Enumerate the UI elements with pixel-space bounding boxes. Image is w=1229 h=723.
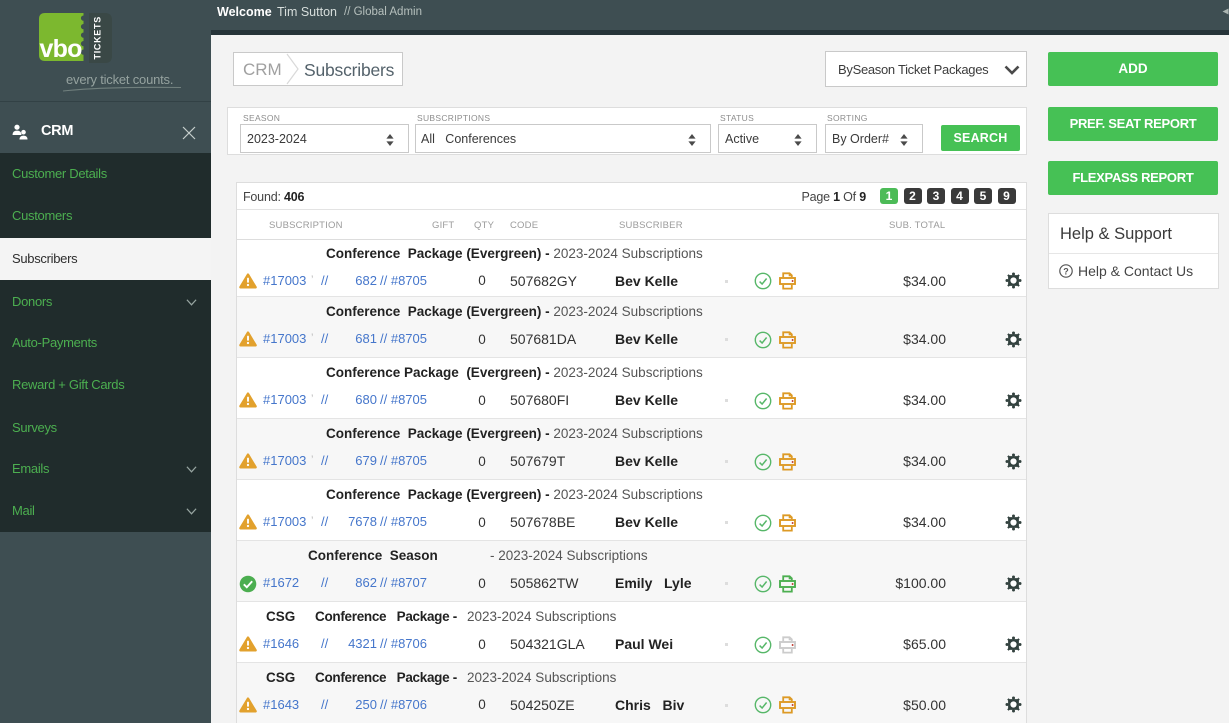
svg-text:vbo: vbo <box>40 35 83 63</box>
svg-text:TICKETS: TICKETS <box>93 16 103 59</box>
svg-text:?: ? <box>1063 266 1069 276</box>
